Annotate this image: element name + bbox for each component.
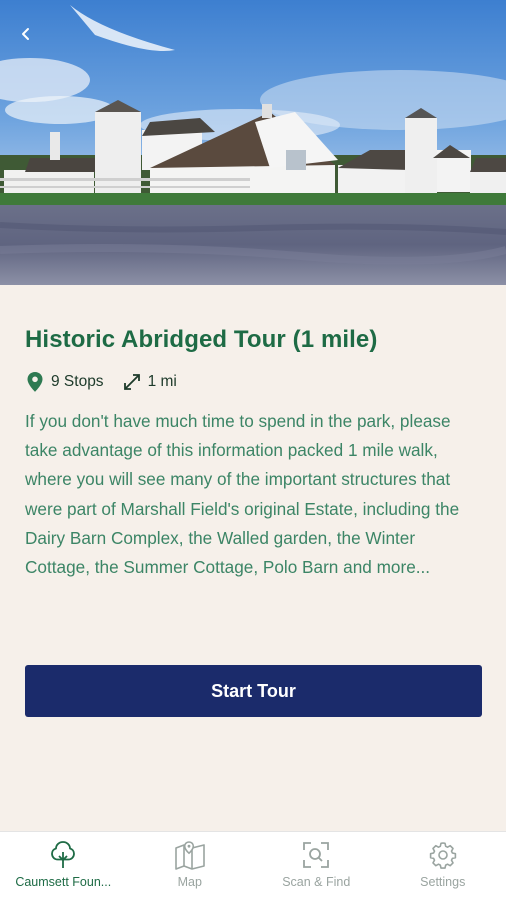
gear-icon xyxy=(429,842,456,869)
back-button[interactable] xyxy=(10,18,42,50)
tab-caumsett-foundation[interactable]: Caumsett Foun... xyxy=(0,832,127,900)
tour-title: Historic Abridged Tour (1 mile) xyxy=(25,326,378,353)
bottom-tab-bar: Caumsett Foun... Map Scan & Find Setting… xyxy=(0,831,506,900)
tab-label: Caumsett Foun... xyxy=(15,875,112,889)
barn-photo xyxy=(0,0,506,285)
distance-icon xyxy=(123,374,140,390)
map-icon xyxy=(174,841,205,870)
tour-details: Historic Abridged Tour (1 mile) 9 Stops … xyxy=(0,285,506,582)
tab-settings[interactable]: Settings xyxy=(380,832,506,900)
tour-description: If you don't have much time to spend in … xyxy=(25,411,460,578)
scan-icon xyxy=(303,842,330,868)
hero-image xyxy=(0,0,506,285)
location-pin-icon xyxy=(27,372,43,392)
tour-meta: 9 Stops 1 mi xyxy=(25,370,481,394)
stops-count: 9 Stops xyxy=(51,373,104,390)
distance-value: 1 mi xyxy=(147,373,177,390)
distance-info: 1 mi xyxy=(122,372,177,392)
tab-label: Scan & Find xyxy=(282,875,351,889)
tab-label: Map xyxy=(177,875,202,889)
tab-map[interactable]: Map xyxy=(127,832,254,900)
tab-scan-find[interactable]: Scan & Find xyxy=(253,832,380,900)
tree-icon xyxy=(51,841,76,868)
start-tour-button[interactable]: Start Tour xyxy=(25,665,482,717)
chevron-left-icon xyxy=(22,28,29,40)
tab-label: Settings xyxy=(420,875,466,889)
stops-info: 9 Stops xyxy=(25,371,104,393)
